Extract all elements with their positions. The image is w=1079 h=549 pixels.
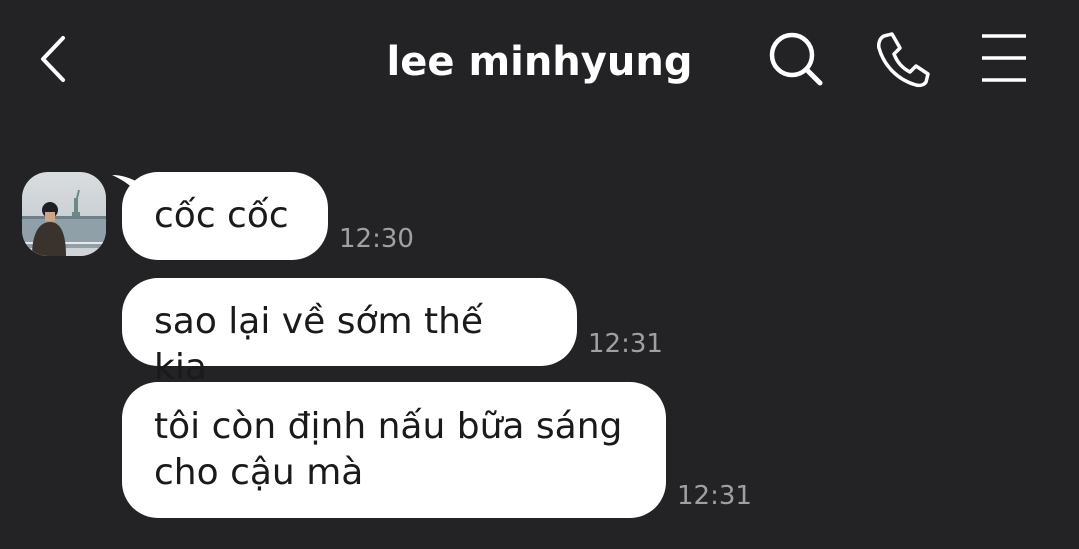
menu-icon [982, 34, 1026, 82]
message-text: sao lại về sớm thế kia [154, 301, 484, 388]
message-bubble[interactable]: tôi còn định nấu bữa sáng cho cậu mà [122, 382, 666, 518]
menu-button[interactable] [976, 28, 1036, 88]
message-bubble[interactable]: cốc cốc [122, 172, 328, 260]
contact-name: lee minhyung [386, 39, 693, 85]
message-text: cốc cốc [154, 195, 289, 236]
chat-screen: lee minhyung cốc cốc 12:30 sao lại về sớ… [0, 0, 1079, 549]
avatar-photo [22, 172, 106, 256]
message-bubble[interactable]: sao lại về sớm thế kia [122, 278, 577, 388]
avatar[interactable] [22, 172, 106, 256]
message-timestamp: 12:30 [339, 224, 414, 254]
message-timestamp: 12:31 [677, 481, 752, 511]
message-timestamp: 12:31 [588, 329, 663, 359]
message-text: tôi còn định nấu bữa sáng cho cậu mà [154, 406, 623, 493]
call-button[interactable] [870, 28, 934, 92]
search-button[interactable] [764, 28, 828, 92]
search-icon [769, 32, 823, 86]
chat-header: lee minhyung [0, 0, 1079, 120]
phone-icon [877, 32, 930, 88]
